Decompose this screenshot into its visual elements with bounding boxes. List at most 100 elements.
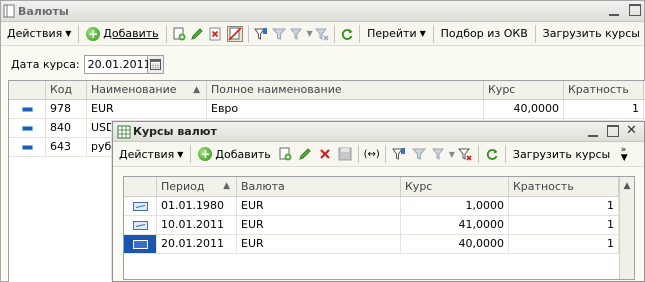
toolbar-overflow-icon[interactable]: » ▼	[616, 146, 632, 163]
table-header: Период ▲ Валюта Курс Кратность	[124, 177, 634, 197]
outer-toolbar: Действия ▼ + Добавить ▼ Перейти ▼ Подбор…	[1, 22, 644, 46]
refresh-icon[interactable]	[484, 146, 500, 162]
scroll-up-icon[interactable]: ▲	[620, 177, 634, 196]
close-button[interactable]: ✕	[626, 124, 640, 139]
inner-toolbar: Действия ▼ + Добавить (↔) ▼ Загрузить ку…	[113, 142, 644, 167]
dropdown-arrow-icon[interactable]: ▼	[306, 29, 312, 38]
interval-icon[interactable]: (↔)	[364, 146, 380, 162]
add-button[interactable]: + Добавить	[194, 144, 274, 164]
copy-icon[interactable]	[277, 146, 293, 162]
filter-icon[interactable]	[253, 26, 267, 42]
toolbar-separator	[357, 145, 359, 163]
exchange-rates-window: Курсы валют ✕ Действия ▼ + Добавить (↔) …	[112, 121, 645, 282]
add-icon: +	[198, 147, 213, 161]
catalog-item-icon	[21, 125, 33, 131]
minimize-button[interactable]	[607, 3, 621, 18]
column-header-multiplicity[interactable]: Кратность	[509, 177, 619, 196]
row-icon-cell	[124, 216, 157, 234]
table-row-selected[interactable]: 20.01.2011 EUR 40,0000 1	[124, 235, 634, 254]
actions-menu-button[interactable]: Действия ▼	[115, 144, 187, 164]
register-record-icon	[132, 201, 148, 211]
save-icon[interactable]	[337, 146, 353, 162]
filter-history-icon[interactable]	[290, 26, 304, 42]
row-icon-cell	[9, 138, 46, 156]
clear-filter-icon[interactable]	[314, 26, 329, 42]
rate-date-label: Дата курса:	[11, 58, 80, 71]
column-header-rate[interactable]: Курс	[484, 81, 564, 99]
load-rates-button[interactable]: Загрузить курсы	[509, 144, 614, 164]
goto-menu-button[interactable]: Перейти ▼	[363, 24, 430, 44]
cell-rate: 40,0000	[401, 235, 509, 253]
column-header-full-name[interactable]: Полное наименование	[207, 81, 484, 99]
vertical-scrollbar[interactable]: ▲	[619, 177, 634, 279]
cell-rate: 41,0000	[401, 216, 509, 234]
column-header-rate[interactable]: Курс	[401, 177, 509, 196]
cell-multiplicity: 1	[509, 197, 619, 215]
mark-deletion-icon[interactable]	[226, 25, 243, 42]
toolbar-separator	[359, 24, 361, 43]
copy-icon[interactable]	[172, 26, 186, 42]
edit-pencil-icon[interactable]	[190, 26, 204, 42]
column-header-name-label: Наименование	[91, 83, 177, 96]
catalog-icon	[3, 4, 15, 18]
delete-icon[interactable]	[317, 146, 333, 162]
cell-period: 01.01.1980	[157, 197, 237, 215]
filter-history-icon[interactable]	[431, 146, 447, 162]
cell-multiplicity: 1	[509, 235, 619, 253]
maximize-button[interactable]	[628, 3, 642, 18]
calendar-button[interactable]	[147, 55, 164, 74]
row-icon-cell	[124, 235, 157, 253]
column-header-code[interactable]: Код	[46, 81, 87, 99]
minimize-button[interactable]	[586, 124, 600, 139]
maximize-button[interactable]	[606, 124, 620, 139]
filter-by-value-icon[interactable]	[271, 26, 286, 42]
rate-date-field[interactable]: 20.01.2011	[83, 55, 151, 74]
load-rates-label: Загрузить курсы	[542, 27, 640, 40]
cell-code: 643	[46, 138, 87, 156]
table-row[interactable]: 01.01.1980 EUR 1,0000 1	[124, 197, 634, 216]
dropdown-arrow-icon[interactable]: ▼	[449, 150, 455, 159]
table-row[interactable]: 10.01.2011 EUR 41,0000 1	[124, 216, 634, 235]
cell-period: 10.01.2011	[157, 216, 237, 234]
load-rates-button[interactable]: Загрузить курсы	[539, 24, 644, 44]
column-header-name[interactable]: Наименование ▲	[87, 81, 207, 99]
table-row[interactable]: 978 EUR Евро 40,0000 1	[9, 100, 645, 119]
cell-currency: EUR	[237, 216, 401, 234]
toolbar-separator	[165, 24, 167, 43]
pick-okv-label: Подбор из ОКВ	[440, 27, 528, 40]
toolbar-separator	[333, 24, 335, 43]
actions-menu-button[interactable]: Действия ▼	[3, 24, 75, 44]
toolbar-separator	[504, 145, 506, 163]
register-icon	[117, 125, 131, 139]
rate-date-row: Дата курса: 20.01.2011	[11, 55, 164, 74]
toolbar-separator	[432, 24, 434, 43]
toolbar-separator	[384, 145, 386, 163]
pick-okv-button[interactable]: Подбор из ОКВ	[437, 24, 532, 44]
outer-window-title: Валюты	[18, 4, 69, 18]
filter-by-value-icon[interactable]	[411, 146, 427, 162]
row-icon-cell	[9, 100, 46, 118]
register-record-icon	[132, 220, 148, 230]
delete-icon[interactable]	[208, 26, 222, 42]
cell-multiplicity: 1	[564, 100, 644, 118]
filter-icon[interactable]	[391, 146, 407, 162]
edit-pencil-icon[interactable]	[297, 146, 313, 162]
column-header-multiplicity[interactable]: Кратность	[564, 81, 644, 99]
add-label: Добавить	[103, 27, 159, 40]
actions-label: Действия	[119, 147, 175, 161]
cell-code: 978	[46, 100, 87, 118]
cell-currency: EUR	[237, 235, 401, 253]
row-icon-cell	[9, 119, 46, 137]
cell-code: 840	[46, 119, 87, 137]
add-button[interactable]: + Добавить	[82, 24, 162, 44]
cell-multiplicity: 1	[509, 216, 619, 234]
cell-name: EUR	[87, 100, 207, 118]
inner-titlebar[interactable]: Курсы валют ✕	[113, 122, 644, 142]
add-icon: +	[86, 26, 101, 41]
refresh-icon[interactable]	[340, 26, 354, 42]
column-header-period[interactable]: Период ▲	[157, 177, 237, 196]
catalog-item-icon	[21, 144, 33, 150]
column-header-currency[interactable]: Валюта	[237, 177, 401, 196]
outer-titlebar[interactable]: Валюты	[1, 1, 644, 22]
clear-filter-icon[interactable]	[457, 146, 473, 162]
